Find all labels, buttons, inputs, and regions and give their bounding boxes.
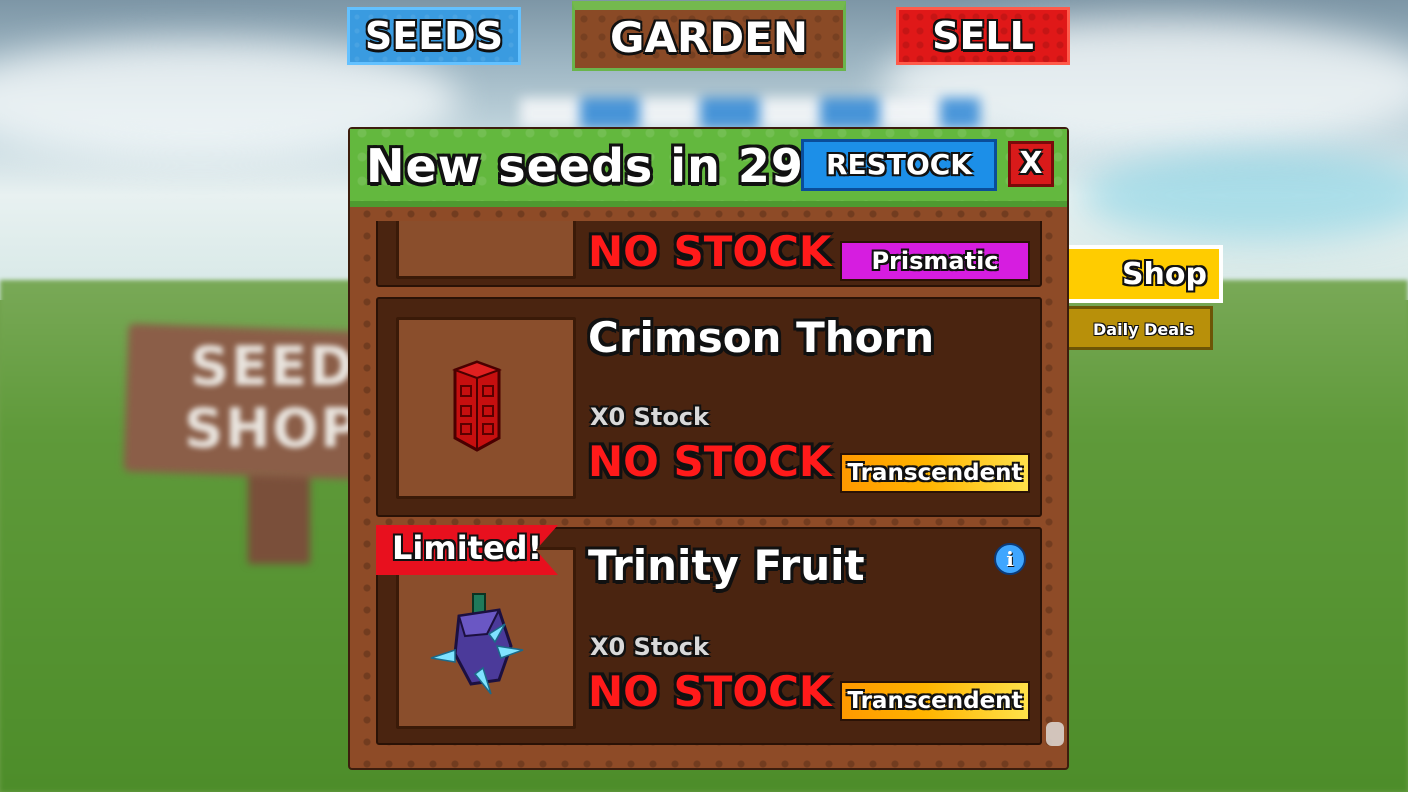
restock-timer-title: New seeds in 29s xyxy=(366,139,833,193)
rarity-badge: Transcendent xyxy=(840,453,1030,493)
seed-shop-panel: New seeds in 29s RESTOCK X NO STOCK Pris… xyxy=(348,127,1069,770)
seed-row[interactable]: NO STOCK Prismatic xyxy=(376,221,1042,287)
stock-quantity: X0 Stock xyxy=(590,633,709,661)
panel-header: New seeds in 29s RESTOCK X xyxy=(350,129,1067,207)
shop-button-label: Shop xyxy=(1121,257,1207,292)
daily-deals-button[interactable]: Daily Deals xyxy=(1067,306,1213,350)
seeds-button-label: SEEDS xyxy=(364,14,504,58)
seed-thumbnail xyxy=(396,317,576,499)
seed-name: Trinity Fruit xyxy=(588,541,865,590)
stock-status: NO STOCK xyxy=(588,667,832,716)
crimson-thorn-seed-icon xyxy=(452,360,502,452)
seed-row[interactable]: Limited! i Trinity Fruit X0 Stock NO STO… xyxy=(376,525,1042,745)
seeds-button[interactable]: SEEDS xyxy=(347,7,521,65)
shop-button[interactable]: Shop xyxy=(1067,245,1223,303)
seed-row[interactable]: Crimson Thorn X0 Stock NO STOCK Transcen… xyxy=(376,297,1042,517)
sign-post xyxy=(248,470,310,564)
limited-ribbon: Limited! xyxy=(376,525,558,575)
rarity-badge: Transcendent xyxy=(840,681,1030,721)
stock-quantity: X0 Stock xyxy=(590,403,709,431)
restock-button[interactable]: RESTOCK xyxy=(801,139,997,191)
daily-deals-label: Daily Deals xyxy=(1093,320,1194,339)
close-button[interactable]: X xyxy=(1008,141,1054,187)
seed-name: Crimson Thorn xyxy=(588,313,935,362)
seed-shop-sign-text: SEED SHOP xyxy=(184,335,362,460)
garden-button[interactable]: GARDEN xyxy=(572,1,846,71)
rarity-badge: Prismatic xyxy=(840,241,1030,281)
scrollbar-thumb[interactable] xyxy=(1046,722,1064,746)
sell-button-label: SELL xyxy=(932,14,1034,58)
info-icon[interactable]: i xyxy=(994,543,1026,575)
stock-status: NO STOCK xyxy=(588,437,832,486)
garden-button-label: GARDEN xyxy=(609,13,809,62)
seed-list[interactable]: NO STOCK Prismatic Crimson Thorn X0 Stoc… xyxy=(376,221,1044,751)
trinity-fruit-seed-icon xyxy=(430,593,524,695)
sell-button[interactable]: SELL xyxy=(896,7,1070,65)
stock-status: NO STOCK xyxy=(588,227,832,276)
seed-thumbnail xyxy=(396,221,576,279)
shop-awning xyxy=(520,98,980,128)
